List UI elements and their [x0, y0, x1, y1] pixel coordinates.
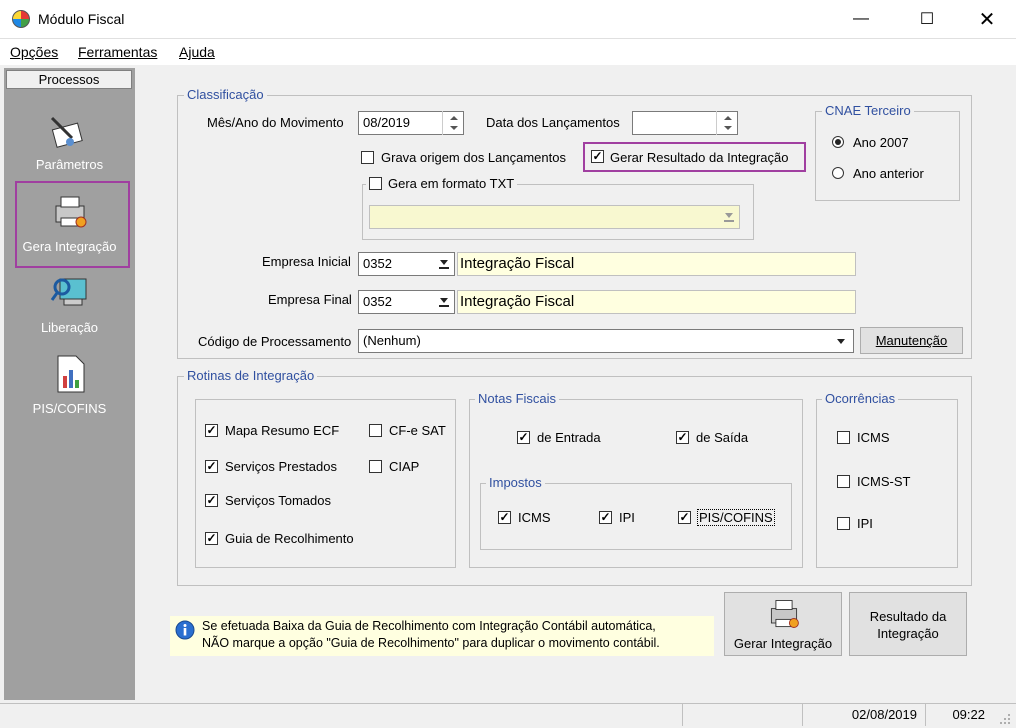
- rotinas-legend: Rotinas de Integração: [184, 368, 318, 383]
- imposto-ipi-checkbox[interactable]: ✓: [599, 511, 612, 524]
- sidebar-header: Processos: [6, 70, 132, 89]
- data-lancamentos-spinner[interactable]: [716, 111, 738, 135]
- document-chart-icon[interactable]: [50, 354, 90, 394]
- cnae-ano-anterior-radio[interactable]: [832, 167, 844, 179]
- sidebar-item-parametros[interactable]: Parâmetros: [4, 157, 135, 172]
- gera-txt-checkbox[interactable]: [369, 177, 382, 190]
- cfe-sat-checkbox[interactable]: [369, 424, 382, 437]
- impostos-legend: Impostos: [486, 475, 545, 490]
- empresa-inicial-label: Empresa Inicial: [262, 254, 351, 269]
- ocorrencia-icms-st-label: ICMS-ST: [857, 474, 911, 489]
- codigo-processamento-label: Código de Processamento: [198, 334, 352, 349]
- guia-recolhimento-checkbox[interactable]: ✓: [205, 532, 218, 545]
- maximize-button[interactable]: ☐: [904, 0, 950, 38]
- txt-path-input[interactable]: [369, 205, 740, 229]
- mapa-resumo-checkbox[interactable]: ✓: [205, 424, 218, 437]
- cnae-group: [815, 111, 960, 201]
- classificacao-legend: Classificação: [184, 87, 267, 102]
- nota-saida-label: de Saída: [696, 430, 749, 445]
- imposto-ipi-label: IPI: [619, 510, 635, 525]
- mes-ano-spinner[interactable]: [442, 111, 464, 135]
- manutencao-button[interactable]: Manutenção: [860, 327, 963, 354]
- empresa-final-name: Integração Fiscal: [457, 290, 856, 314]
- imposto-icms-label: ICMS: [518, 510, 551, 525]
- menu-ferramentas[interactable]: Ferramentas: [78, 44, 157, 60]
- resultado-integracao-button[interactable]: Resultado da Integração: [849, 592, 967, 656]
- mapa-resumo-label: Mapa Resumo ECF: [225, 423, 340, 438]
- menu-ajuda[interactable]: Ajuda: [179, 44, 215, 60]
- resultado-label-line1: Resultado da: [869, 609, 947, 624]
- gerar-integracao-label: Gerar Integração: [733, 636, 833, 651]
- info-icon: [175, 620, 195, 640]
- ocorrencia-ipi-label: IPI: [857, 516, 873, 531]
- parameters-icon[interactable]: [48, 112, 88, 152]
- imposto-pis-cofins-checkbox[interactable]: ✓: [678, 511, 691, 524]
- gerar-resultado-checkbox[interactable]: ✓: [591, 150, 604, 163]
- guia-recolhimento-label: Guia de Recolhimento: [225, 531, 354, 546]
- resultado-label-line2: Integração: [877, 626, 939, 641]
- resize-grip-icon[interactable]: [998, 712, 1012, 726]
- codigo-processamento-select[interactable]: (Nenhum): [358, 329, 854, 353]
- ciap-label: CIAP: [389, 459, 420, 474]
- data-lancamentos-label: Data dos Lançamentos: [486, 115, 620, 130]
- window-title: Módulo Fiscal: [38, 11, 125, 27]
- txt-path-dropdown-icon[interactable]: [720, 207, 738, 227]
- empresa-final-label: Empresa Final: [268, 292, 352, 307]
- cfe-sat-label: CF-e SAT: [389, 423, 446, 438]
- ocorrencias-legend: Ocorrências: [822, 391, 899, 406]
- notas-legend: Notas Fiscais: [475, 391, 560, 406]
- nota-entrada-label: de Entrada: [537, 430, 601, 445]
- status-date: 02/08/2019: [802, 704, 925, 726]
- status-empty: [682, 704, 802, 726]
- info-line-2: NÃO marque a opção "Guia de Recolhimento…: [202, 636, 660, 650]
- cnae-ano-2007-radio[interactable]: [832, 136, 844, 148]
- cnae-ano-anterior-label: Ano anterior: [853, 166, 924, 181]
- nota-saida-checkbox[interactable]: ✓: [676, 431, 689, 444]
- minimize-button[interactable]: —: [838, 0, 884, 38]
- empresa-inicial-name: Integração Fiscal: [457, 252, 856, 276]
- gera-txt-label: Gera em formato TXT: [388, 176, 515, 191]
- cnae-ano-2007-label: Ano 2007: [853, 135, 909, 150]
- app-icon: [12, 10, 30, 28]
- status-time: 09:22: [925, 704, 993, 726]
- gerar-integracao-button[interactable]: Gerar Integração: [724, 592, 842, 656]
- sidebar-item-gera-integracao[interactable]: Gera Integração: [4, 239, 135, 254]
- servicos-tomados-label: Serviços Tomados: [225, 493, 331, 508]
- printer-icon: [770, 600, 799, 628]
- cnae-legend: CNAE Terceiro: [822, 103, 914, 118]
- ocorrencia-icms-label: ICMS: [857, 430, 890, 445]
- grava-origem-label: Grava origem dos Lançamentos: [381, 150, 566, 165]
- nota-entrada-checkbox[interactable]: ✓: [517, 431, 530, 444]
- imposto-icms-checkbox[interactable]: ✓: [498, 511, 511, 524]
- gerar-resultado-label: Gerar Resultado da Integração: [610, 150, 789, 165]
- chevron-down-icon[interactable]: [834, 334, 848, 348]
- imposto-pis-cofins-label: PIS/COFINS: [697, 509, 775, 526]
- ocorrencia-icms-st-checkbox[interactable]: [837, 475, 850, 488]
- ocorrencia-icms-checkbox[interactable]: [837, 431, 850, 444]
- mes-ano-label: Mês/Ano do Movimento: [207, 115, 344, 130]
- servicos-prestados-checkbox[interactable]: ✓: [205, 460, 218, 473]
- menu-opcoes[interactable]: Opções: [10, 44, 58, 60]
- empresa-final-dropdown-icon[interactable]: [435, 292, 453, 312]
- sidebar-item-liberacao[interactable]: Liberação: [4, 320, 135, 335]
- computer-search-icon[interactable]: [50, 273, 90, 313]
- close-button[interactable]: ✕: [964, 0, 1010, 38]
- gera-txt-legend: Gera em formato TXT: [366, 176, 518, 191]
- ocorrencia-ipi-checkbox[interactable]: [837, 517, 850, 530]
- ciap-checkbox[interactable]: [369, 460, 382, 473]
- grava-origem-checkbox[interactable]: [361, 151, 374, 164]
- sidebar-item-pis-cofins[interactable]: PIS/COFINS: [4, 401, 135, 416]
- servicos-prestados-label: Serviços Prestados: [225, 459, 337, 474]
- empresa-inicial-dropdown-icon[interactable]: [435, 254, 453, 274]
- info-line-1: Se efetuada Baixa da Guia de Recolhiment…: [202, 619, 656, 633]
- printer-icon[interactable]: [50, 192, 90, 232]
- servicos-tomados-checkbox[interactable]: ✓: [205, 494, 218, 507]
